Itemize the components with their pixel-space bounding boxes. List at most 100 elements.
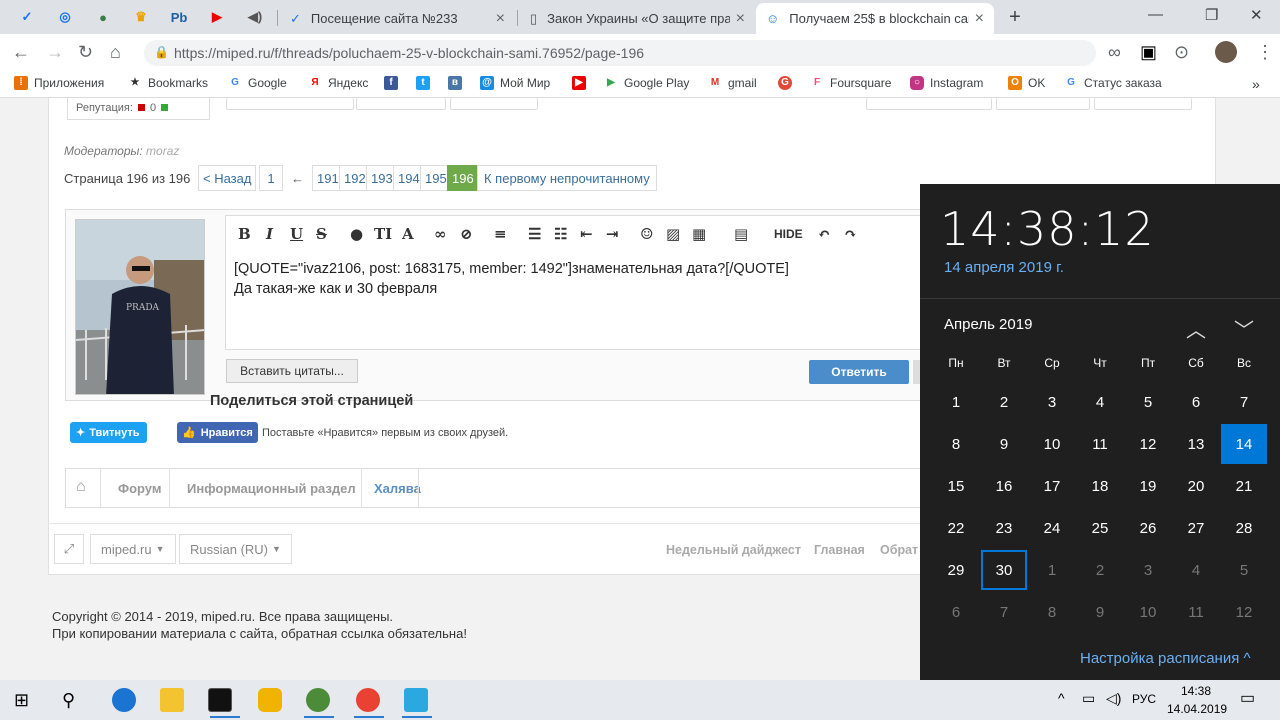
calendar-day[interactable]: 4 [1077, 382, 1123, 422]
style-chooser[interactable]: miped.ru ▼ [90, 534, 176, 564]
close-icon[interactable]: × [496, 10, 505, 28]
bookmark-gplus[interactable]: G [778, 76, 798, 90]
calendar-day[interactable]: 10 [1125, 592, 1171, 632]
calendar-day[interactable]: 20 [1173, 466, 1219, 506]
lock-ext-icon[interactable]: ▣ [1140, 42, 1157, 62]
align-icon[interactable]: ≡ [494, 225, 507, 243]
outdent-icon[interactable]: ⇤ [580, 225, 593, 243]
edge-icon[interactable] [112, 688, 136, 712]
bullet-list-icon[interactable]: ☰ [528, 225, 541, 243]
crown-icon[interactable]: ♛ [124, 4, 158, 30]
address-bar[interactable]: 🔒 https://miped.ru/f/threads/poluchaem-2… [144, 40, 1096, 66]
date-link[interactable]: 14 апреля 2019 г. [944, 259, 1064, 276]
bookmark-googleplay[interactable]: ▶ Google Play [604, 76, 689, 90]
media-icon[interactable]: ▦ [692, 225, 706, 243]
calendar-day[interactable]: 9 [1077, 592, 1123, 632]
language-chooser[interactable]: Russian (RU) ▼ [179, 534, 292, 564]
calendar-day[interactable]: 5 [1125, 382, 1171, 422]
calendar-day[interactable]: 13 [1173, 424, 1219, 464]
calendar-day[interactable]: 19 [1125, 466, 1171, 506]
close-window-icon[interactable]: ✕ [1250, 6, 1263, 24]
bookmark-youtube[interactable]: ▶ [572, 76, 592, 90]
notifications-icon[interactable]: ▭ [1240, 688, 1255, 708]
calendar-day[interactable]: 6 [933, 592, 979, 632]
calendar-day[interactable]: 4 [1173, 550, 1219, 590]
page-jump[interactable]: ← [287, 165, 308, 191]
bookmark-facebook[interactable]: f [384, 76, 404, 90]
post-action-button[interactable] [226, 98, 354, 110]
language-indicator[interactable]: РУС [1132, 692, 1156, 706]
tweet-button[interactable]: ✦ Твитнуть [70, 422, 147, 443]
reply-button[interactable]: Ответить [809, 360, 909, 384]
calendar-day[interactable]: 21 [1221, 466, 1267, 506]
calendar-day[interactable]: 9 [981, 424, 1027, 464]
volume-icon[interactable]: ◁) [1106, 690, 1121, 707]
breadcrumb-current[interactable]: Халява [374, 481, 421, 496]
chevron-down-icon[interactable]: ﹀ [1234, 314, 1254, 343]
calendar-day[interactable]: 12 [1221, 592, 1267, 632]
chrome-icon[interactable] [306, 688, 330, 712]
home-icon[interactable]: ⌂ [76, 478, 86, 496]
post-action-button[interactable] [866, 98, 992, 110]
font-size-icon[interactable]: TI [374, 225, 392, 243]
like-button[interactable]: 👍 Нравится [177, 422, 258, 443]
tab-law[interactable]: ▯ Закон Украины «О защите прав × [520, 3, 755, 34]
check-circle-icon[interactable]: ✓ [10, 4, 44, 30]
minimize-icon[interactable]: — [1148, 6, 1163, 23]
calendar-day[interactable]: 8 [1029, 592, 1075, 632]
avatar[interactable] [1215, 41, 1237, 63]
windows-start-icon[interactable]: ⊞ [14, 690, 29, 711]
calendar-day[interactable]: 30 [981, 550, 1027, 590]
post-action-button[interactable] [356, 98, 446, 110]
moderator-link[interactable]: moraz [146, 144, 179, 158]
forward-icon[interactable]: → [46, 42, 64, 62]
calendar-day[interactable]: 27 [1173, 508, 1219, 548]
menu-icon[interactable]: ⋮ [1256, 42, 1274, 62]
bold-icon[interactable]: B [238, 225, 251, 243]
breadcrumb-info[interactable]: Информационный раздел [187, 481, 356, 496]
back-icon[interactable]: ← [12, 42, 30, 62]
bookmark-twitter[interactable]: t [416, 76, 436, 90]
bookmark-google[interactable]: G Google [228, 76, 287, 90]
link-icon[interactable]: ∞ [434, 225, 447, 243]
bookmark-apps[interactable]: ⁞ Приложения [14, 76, 104, 90]
close-icon[interactable]: × [975, 10, 984, 28]
calendar-day[interactable]: 16 [981, 466, 1027, 506]
calendar-day[interactable]: 15 [933, 466, 979, 506]
calendar-day[interactable]: 1 [933, 382, 979, 422]
calendar-day[interactable]: 18 [1077, 466, 1123, 506]
network-icon[interactable]: ▭ [1082, 690, 1095, 707]
calendar-day-today[interactable]: 14 [1221, 424, 1267, 464]
bookmark-moymir[interactable]: @ Мой Мир [480, 76, 550, 90]
bookmark-vk[interactable]: в [448, 76, 468, 90]
new-tab-button[interactable]: + [998, 4, 1032, 30]
calendar-day[interactable]: 23 [981, 508, 1027, 548]
bookmark-yandex[interactable]: Я Яндекс [308, 76, 368, 90]
youtube-play-icon[interactable]: ▶ [200, 4, 234, 30]
save-draft-icon[interactable]: ▤ [734, 225, 748, 243]
calendar-day[interactable]: 28 [1221, 508, 1267, 548]
smiley-icon[interactable]: ☺ [640, 225, 653, 243]
target-icon[interactable]: ◎ [48, 4, 82, 30]
chevron-up-icon[interactable]: ^ [1058, 690, 1065, 706]
chevron-up-icon[interactable]: ︿ [1186, 314, 1206, 343]
tab-blockchain[interactable]: ☺ Получаем 25$ в blockchain сами × [756, 3, 994, 34]
minus-icon[interactable] [137, 104, 145, 111]
terminal-icon[interactable] [208, 688, 232, 712]
more-bookmarks-icon[interactable]: » [1252, 76, 1260, 92]
taskbar-time[interactable]: 14:38 [1181, 684, 1211, 698]
redo-icon[interactable]: ↷ [844, 225, 857, 243]
footer-link-home[interactable]: Главная [814, 543, 865, 557]
extension-badge-icon[interactable]: ⊙ [1174, 42, 1189, 62]
insert-quotes-button[interactable]: Вставить цитаты... [226, 359, 358, 383]
calendar-day[interactable]: 2 [981, 382, 1027, 422]
pinned-tab-pb[interactable]: Pb [162, 4, 196, 30]
bookmark-status[interactable]: G Статус заказа [1064, 76, 1162, 90]
schedule-link[interactable]: Настройка расписания ^ [1080, 650, 1251, 667]
current-page[interactable]: 196 [447, 165, 479, 191]
post-action-button[interactable] [996, 98, 1090, 110]
home-icon[interactable]: ⌂ [110, 42, 121, 62]
search-icon[interactable]: ⚲ [62, 690, 75, 711]
plus-icon[interactable] [161, 104, 169, 111]
undo-icon[interactable]: ↶ [818, 225, 831, 243]
